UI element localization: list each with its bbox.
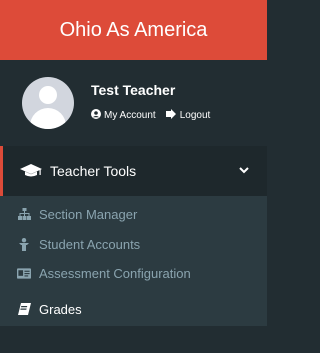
user-links: My Account Logout (91, 109, 210, 122)
menu-item-section-manager[interactable]: Section Manager (17, 204, 137, 224)
user-name: Test Teacher (91, 82, 176, 98)
chevron-down-icon[interactable] (239, 163, 249, 177)
menu-item-label: Student Accounts (39, 236, 141, 252)
sitemap-icon (17, 207, 31, 221)
menu-item-label: Assessment Configuration (39, 265, 191, 281)
teacher-tools-submenu: Section Manager Student Accounts Assessm… (0, 196, 267, 326)
my-account-link[interactable]: My Account (91, 109, 156, 122)
book-icon (17, 302, 31, 316)
user-circle-icon (91, 109, 101, 122)
logout-link[interactable]: Logout (165, 109, 211, 122)
teacher-tools-menu[interactable]: Teacher Tools (0, 146, 267, 196)
logout-label: Logout (179, 110, 211, 121)
app-header: Ohio As America (0, 0, 267, 60)
user-panel: Test Teacher My Account Logout (0, 60, 267, 146)
id-card-icon (17, 266, 31, 280)
teacher-tools-label: Teacher Tools (50, 163, 137, 179)
menu-item-student-accounts[interactable]: Student Accounts (17, 234, 140, 254)
app-title[interactable]: Ohio As America (60, 19, 208, 42)
sidebar-bottom (0, 326, 267, 353)
sign-out-icon (165, 109, 177, 122)
my-account-label: My Account (104, 110, 156, 121)
menu-item-grades[interactable]: Grades (17, 299, 82, 319)
menu-item-label: Section Manager (39, 206, 138, 222)
graduation-cap-icon (20, 163, 42, 179)
menu-item-assessment-configuration[interactable]: Assessment Configuration (17, 263, 191, 283)
user-icon (17, 237, 31, 251)
avatar (22, 77, 74, 129)
menu-item-label: Grades (39, 301, 82, 317)
